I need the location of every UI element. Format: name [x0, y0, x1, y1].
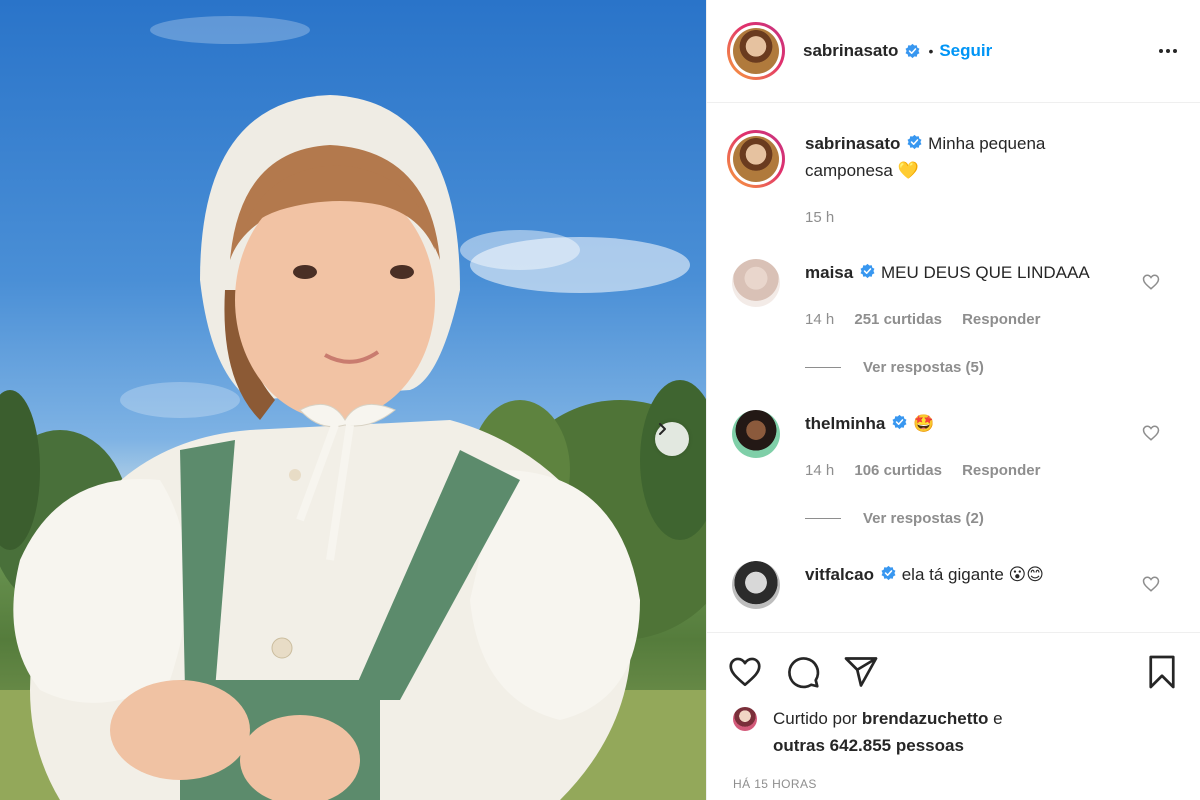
comment-bubble-icon: [788, 657, 820, 689]
more-options-button[interactable]: [1156, 39, 1180, 63]
liked-user-link[interactable]: brendazuchetto: [862, 709, 989, 728]
post-side-panel: sabrinasato • Seguir sabrinasato Minha p…: [706, 0, 1200, 800]
view-replies-button[interactable]: Ver respostas (5): [805, 359, 1180, 376]
save-button[interactable]: [1144, 654, 1180, 690]
comment-item: vitfalcao ela tá gigante 😮😊: [727, 561, 1180, 609]
more-dots-icon: [1159, 49, 1163, 53]
comment-username[interactable]: maisa: [805, 263, 853, 282]
share-button[interactable]: [843, 654, 879, 690]
replies-divider: [805, 367, 841, 368]
comment-likes[interactable]: 251 curtidas: [854, 311, 942, 328]
caption-emoji: 💛: [897, 161, 919, 180]
view-replies-label: Ver respostas (2): [863, 510, 984, 527]
heart-icon[interactable]: [1142, 424, 1160, 442]
separator-dot: •: [928, 43, 934, 59]
comment-text: ela tá gigante 😮😊: [901, 565, 1044, 584]
comment-item: thelminha 🤩 14 h 106 curtidas Responder: [727, 410, 1180, 484]
post-caption: sabrinasato Minha pequena camponesa 💛 15…: [727, 130, 1180, 231]
caption-author-avatar[interactable]: [727, 130, 785, 188]
replies-divider: [805, 518, 841, 519]
comment-likes[interactable]: 106 curtidas: [854, 462, 942, 479]
comment-text: MEU DEUS QUE LINDAAA: [880, 263, 1090, 282]
comments-list[interactable]: sabrinasato Minha pequena camponesa 💛 15…: [707, 104, 1200, 632]
caption-meta: 15 h: [805, 204, 1115, 231]
bookmark-icon: [1149, 655, 1175, 689]
verified-badge-icon: [881, 565, 896, 581]
post-timestamp[interactable]: HÁ 15 HORAS: [733, 777, 1180, 791]
comment-username[interactable]: vitfalcao: [805, 565, 874, 584]
verified-badge-icon: [905, 43, 920, 58]
view-replies-button[interactable]: Ver respostas (2): [805, 510, 1180, 527]
liked-by-summary: Curtido por brendazuchetto e outras 642.…: [727, 705, 1180, 759]
comment-avatar[interactable]: [732, 410, 780, 458]
heart-icon[interactable]: [1142, 575, 1160, 593]
view-replies-label: Ver respostas (5): [863, 359, 984, 376]
comment-meta: 14 h 106 curtidas Responder: [805, 457, 1105, 484]
comment-item: maisa MEU DEUS QUE LINDAAA 14 h 251 curt…: [727, 259, 1180, 333]
reply-button[interactable]: Responder: [962, 311, 1040, 328]
heart-icon: [729, 657, 761, 687]
caption-username[interactable]: sabrinasato: [805, 134, 900, 153]
liker-avatar[interactable]: [733, 707, 757, 731]
comment-username[interactable]: thelminha: [805, 414, 885, 433]
author-username[interactable]: sabrinasato: [803, 41, 898, 61]
paper-plane-icon: [844, 657, 878, 687]
follow-button[interactable]: Seguir: [939, 41, 992, 61]
comment-time[interactable]: 14 h: [805, 462, 834, 479]
verified-badge-icon: [892, 414, 907, 430]
liked-prefix: Curtido por: [773, 709, 858, 728]
like-button[interactable]: [727, 654, 763, 690]
comment-text: 🤩: [913, 414, 935, 433]
post-photo[interactable]: [0, 0, 706, 800]
verified-badge-icon: [860, 263, 875, 279]
comment-avatar[interactable]: [732, 259, 780, 307]
comment-time[interactable]: 14 h: [805, 311, 834, 328]
chevron-right-icon: [659, 423, 666, 435]
liked-and: e: [993, 709, 1003, 728]
comment-button[interactable]: [785, 654, 821, 690]
liked-others-link[interactable]: outras 642.855 pessoas: [773, 736, 964, 755]
author-avatar[interactable]: [727, 22, 785, 80]
reply-button[interactable]: Responder: [962, 462, 1040, 479]
photo-illustration: [0, 16, 706, 800]
comment-avatar[interactable]: [732, 561, 780, 609]
comment-meta: 14 h 251 curtidas Responder: [805, 306, 1105, 333]
post-header: sabrinasato • Seguir: [707, 0, 1200, 103]
verified-badge-icon: [907, 134, 922, 150]
heart-icon[interactable]: [1142, 273, 1160, 291]
post-actions-section: Curtido por brendazuchetto e outras 642.…: [707, 632, 1200, 800]
caption-time[interactable]: 15 h: [805, 209, 834, 226]
carousel-next-button[interactable]: [655, 422, 689, 456]
action-bar: [727, 633, 1180, 711]
